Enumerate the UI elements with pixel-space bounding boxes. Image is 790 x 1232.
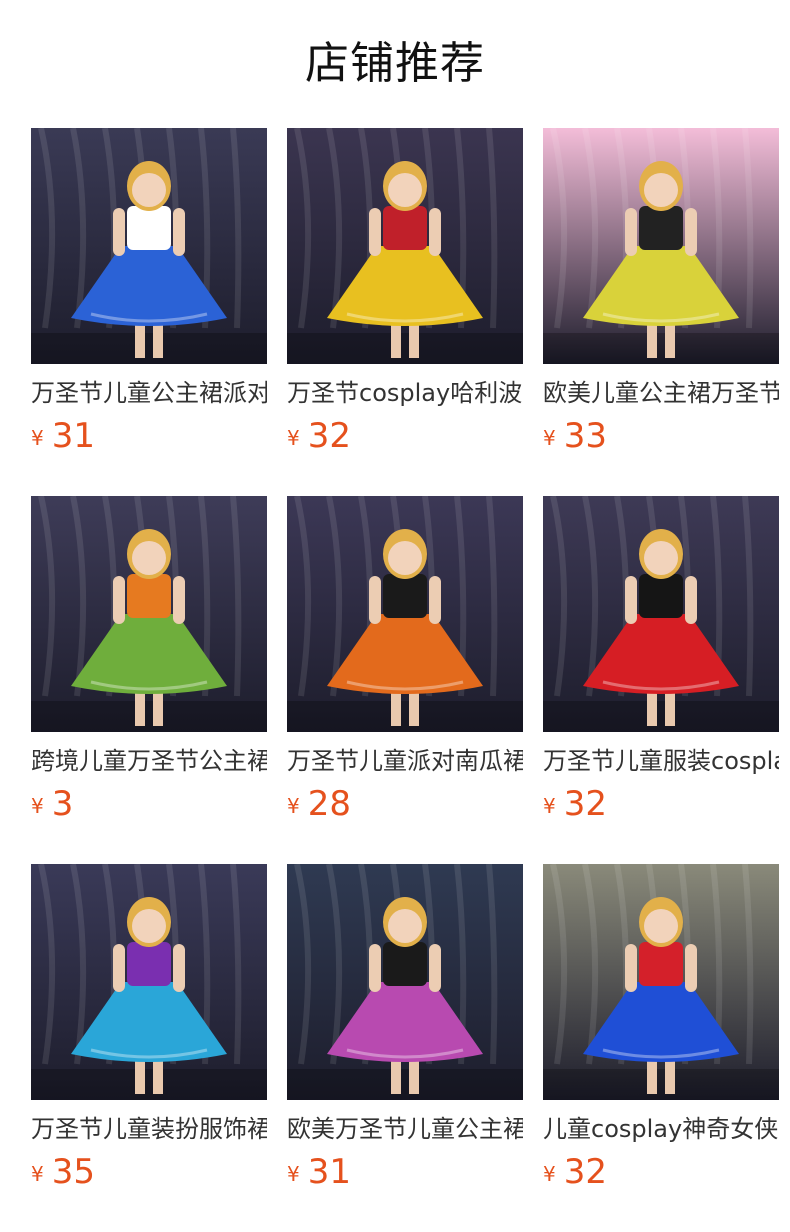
- product-card[interactable]: 万圣节儿童派对南瓜裙 ¥28: [287, 496, 523, 830]
- currency-symbol: ¥: [287, 426, 300, 450]
- product-photo: [543, 128, 779, 364]
- price-value: 32: [563, 784, 607, 824]
- section-title: 店铺推荐: [305, 38, 485, 89]
- price-value: 35: [51, 1152, 95, 1192]
- price-value: 33: [563, 416, 607, 456]
- product-card[interactable]: 欧美儿童公主裙万圣节 ¥33: [543, 128, 779, 462]
- currency-symbol: ¥: [543, 1162, 556, 1186]
- product-price: ¥32: [543, 784, 779, 830]
- product-photo: [543, 496, 779, 732]
- product-price: ¥35: [31, 1152, 267, 1198]
- product-image[interactable]: [543, 128, 779, 364]
- price-value: 31: [51, 416, 95, 456]
- currency-symbol: ¥: [543, 794, 556, 818]
- price-value: 31: [307, 1152, 351, 1192]
- product-image[interactable]: [287, 128, 523, 364]
- product-price: ¥32: [287, 416, 523, 462]
- product-image[interactable]: [31, 496, 267, 732]
- product-photo: [31, 496, 267, 732]
- product-photo: [543, 864, 779, 1100]
- currency-symbol: ¥: [543, 426, 556, 450]
- product-image[interactable]: [287, 864, 523, 1100]
- product-title[interactable]: 万圣节cosplay哈利波特: [287, 378, 523, 408]
- product-photo: [31, 128, 267, 364]
- product-title[interactable]: 欧美万圣节儿童公主裙: [287, 1114, 523, 1144]
- currency-symbol: ¥: [287, 1162, 300, 1186]
- currency-symbol: ¥: [31, 426, 44, 450]
- product-card[interactable]: 儿童cosplay神奇女侠裙 ¥32: [543, 864, 779, 1198]
- currency-symbol: ¥: [31, 794, 44, 818]
- currency-symbol: ¥: [287, 794, 300, 818]
- product-image[interactable]: [543, 496, 779, 732]
- price-value: 32: [563, 1152, 607, 1192]
- product-title[interactable]: 万圣节儿童公主裙派对: [31, 378, 267, 408]
- product-photo: [287, 128, 523, 364]
- product-price: ¥32: [543, 1152, 779, 1198]
- product-title[interactable]: 万圣节儿童装扮服饰裙: [31, 1114, 267, 1144]
- price-value: 32: [307, 416, 351, 456]
- product-price: ¥33: [543, 416, 779, 462]
- product-image[interactable]: [31, 864, 267, 1100]
- product-image[interactable]: [31, 128, 267, 364]
- product-title[interactable]: 欧美儿童公主裙万圣节: [543, 378, 779, 408]
- product-card[interactable]: 万圣节儿童装扮服饰裙 ¥35: [31, 864, 267, 1198]
- product-card[interactable]: 万圣节儿童服装cosplay ¥32: [543, 496, 779, 830]
- product-card[interactable]: 万圣节儿童公主裙派对 ¥31: [31, 128, 267, 462]
- product-price: ¥31: [287, 1152, 523, 1198]
- product-title[interactable]: 跨境儿童万圣节公主裙: [31, 746, 267, 776]
- price-value: 28: [307, 784, 351, 824]
- product-price: ¥31: [31, 416, 267, 462]
- product-title[interactable]: 儿童cosplay神奇女侠裙: [543, 1114, 779, 1144]
- product-image[interactable]: [543, 864, 779, 1100]
- price-value: 3: [51, 784, 74, 824]
- product-card[interactable]: 跨境儿童万圣节公主裙 ¥3: [31, 496, 267, 830]
- product-image[interactable]: [287, 496, 523, 732]
- product-price: ¥28: [287, 784, 523, 830]
- product-photo: [287, 864, 523, 1100]
- product-photo: [31, 864, 267, 1100]
- product-price: ¥3: [31, 784, 267, 830]
- product-card[interactable]: 欧美万圣节儿童公主裙 ¥31: [287, 864, 523, 1198]
- product-title[interactable]: 万圣节儿童服装cosplay: [543, 746, 779, 776]
- product-card[interactable]: 万圣节cosplay哈利波特 ¥32: [287, 128, 523, 462]
- product-title[interactable]: 万圣节儿童派对南瓜裙: [287, 746, 523, 776]
- product-photo: [287, 496, 523, 732]
- currency-symbol: ¥: [31, 1162, 44, 1186]
